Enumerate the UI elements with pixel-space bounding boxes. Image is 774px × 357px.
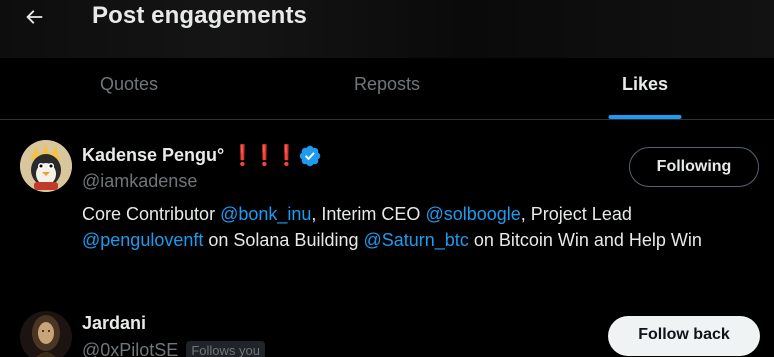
tab-bar: Quotes Reposts Likes [0, 58, 774, 120]
mention-link[interactable]: @bonk_inu [220, 204, 311, 224]
back-button[interactable] [17, 2, 51, 32]
follows-you-badge: Follows you [186, 341, 265, 357]
exclamation-icons: ❗ ❗ ❗ [230, 143, 300, 168]
verified-badge-icon [299, 145, 321, 166]
user-handle[interactable]: @iamkadense [82, 171, 197, 192]
mention-link[interactable]: @Saturn_btc [363, 230, 468, 250]
user-handle-text: @0xPilotSE [82, 340, 179, 357]
mention-link[interactable]: @penguloven﻿ft [82, 230, 203, 250]
user-cell[interactable]: Jardani @0xPilotSE Follows you Follow ba… [0, 297, 774, 357]
exclamation-icon: ❗ [252, 145, 278, 167]
bio-text: on Bitcoin Win and Help Win [468, 230, 702, 250]
bio-text: Core Contributor [82, 204, 221, 224]
bio-text: , Interim CEO [311, 204, 426, 224]
tab-quotes[interactable]: Quotes [0, 58, 258, 119]
portrait-avatar-icon [20, 311, 72, 357]
active-tab-indicator [608, 115, 682, 119]
following-button[interactable]: Following [629, 147, 759, 187]
page-title: Post engagements [92, 2, 307, 29]
top-bar: Post engagements [0, 0, 774, 58]
user-bio: Core Contributor @bonk_inu, Interim CEO … [82, 201, 742, 253]
tab-quotes-label: Quotes [99, 74, 159, 94]
user-name-text: Jardani [82, 313, 147, 333]
avatar[interactable] [20, 140, 72, 192]
user-name[interactable]: Jardani [82, 313, 146, 334]
tab-reposts[interactable]: Reposts [258, 58, 516, 119]
bio-text: , Project Lead [520, 204, 632, 224]
avatar[interactable] [20, 311, 72, 357]
bio-text: on Solana Building [203, 230, 364, 250]
user-cell[interactable]: Kadense Pengu° ❗ ❗ ❗ @iamkadense Followi… [0, 121, 774, 297]
back-arrow-icon [26, 10, 43, 24]
user-handle[interactable]: @0xPilotSE Follows you [82, 340, 265, 357]
tab-reposts-label: Reposts [353, 74, 421, 94]
mention-link[interactable]: @solboogle [425, 204, 520, 224]
tab-likes[interactable]: Likes [516, 58, 774, 119]
penguin-avatar-icon [20, 140, 72, 192]
user-name-text: Kadense Pengu° [82, 145, 225, 165]
user-name[interactable]: Kadense Pengu° ❗ ❗ ❗ [82, 143, 322, 168]
exclamation-icon: ❗ [230, 145, 256, 167]
follow-back-button[interactable]: Follow back [608, 316, 760, 356]
exclamation-icon: ❗ [274, 145, 300, 167]
tab-likes-label: Likes [621, 74, 669, 94]
